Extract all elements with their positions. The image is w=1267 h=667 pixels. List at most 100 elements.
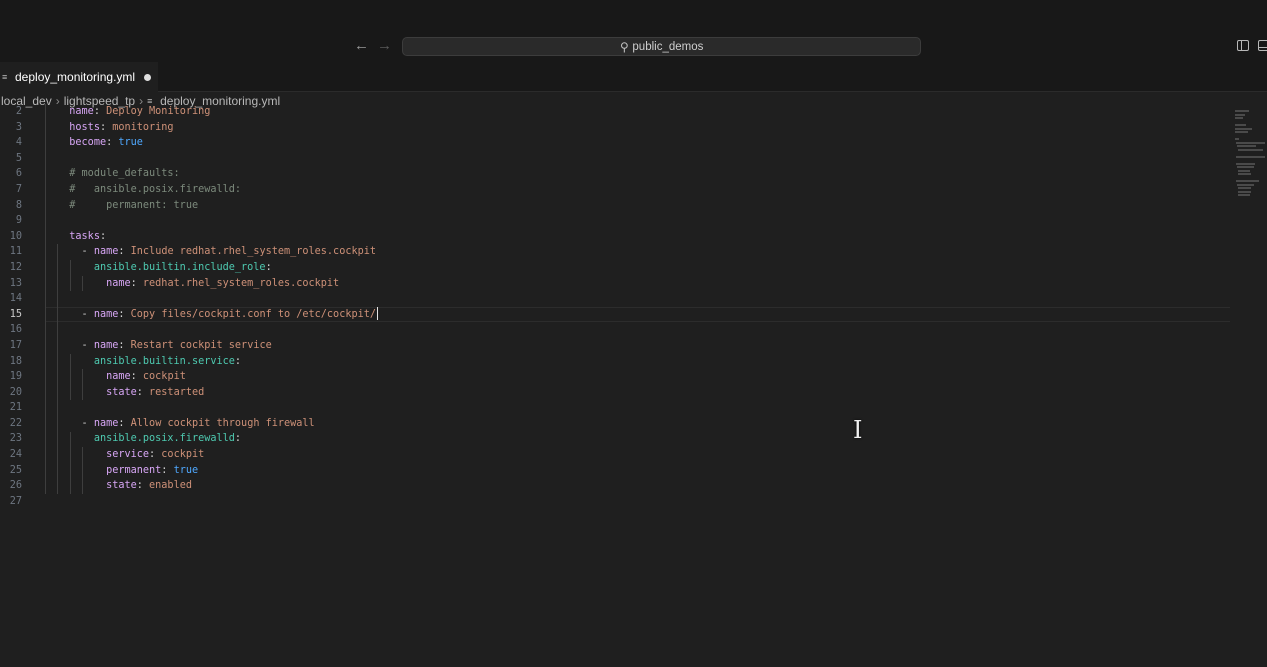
code-text: ansible.builtin.service: — [93, 355, 242, 367]
minimap-line — [1238, 190, 1251, 193]
toggle-sidebar-icon[interactable] — [1237, 40, 1249, 51]
arrow-right-icon[interactable]: → — [377, 37, 392, 55]
toggle-panel-icon[interactable] — [1258, 40, 1267, 51]
code-line[interactable]: 27 — [0, 494, 1230, 510]
code-line[interactable]: 23 ansible.posix.firewalld: — [0, 431, 1230, 447]
code-line[interactable]: 18 ansible.builtin.service: — [0, 354, 1230, 370]
code-text: become: true — [69, 137, 143, 149]
code-line[interactable]: 24 service: cockpit — [0, 447, 1230, 463]
code-text: ansible.builtin.include_role: — [93, 261, 272, 273]
code-line[interactable]: 15 - name: Copy files/cockpit.conf to /e… — [0, 306, 1230, 323]
line-number: 12 — [9, 261, 22, 273]
title-bar: ← → ⚲ public_demos — [0, 0, 1267, 62]
line-number: 23 — [9, 433, 22, 445]
line-number: 10 — [9, 230, 22, 242]
line-number: 21 — [9, 402, 22, 414]
line-number: 19 — [9, 371, 22, 383]
code-text: # ansible.posix.firewalld: — [69, 183, 242, 195]
line-number: 27 — [9, 495, 22, 507]
tab-deploy-monitoring[interactable]: ≡ deploy_monitoring.yml — [0, 62, 158, 92]
minimap-line — [1237, 166, 1254, 168]
code-line[interactable]: 17 - name: Restart cockpit service — [0, 338, 1230, 354]
tab-bar: ≡ deploy_monitoring.yml — [0, 62, 1267, 92]
code-line[interactable]: 4 become: true — [0, 135, 1230, 151]
code-line[interactable]: 13 name: redhat.rhel_system_roles.cockpi… — [0, 276, 1230, 292]
code-line[interactable]: 2 name: Deploy Monitoring — [0, 104, 1230, 120]
line-number: 16 — [9, 324, 22, 336]
code-text: - name: Restart cockpit service — [81, 339, 272, 351]
code-text: # permanent: true — [69, 199, 199, 211]
line-number: 15 — [9, 308, 22, 320]
code-line[interactable]: 25 permanent: true — [0, 463, 1230, 479]
text-caret — [377, 307, 378, 321]
minimap-line — [1237, 145, 1257, 147]
minimap-line — [1235, 138, 1240, 140]
code-editor[interactable]: 2 name: Deploy Monitoring 3 hosts: monito… — [0, 104, 1230, 667]
minimap-line — [1236, 155, 1265, 158]
code-line[interactable]: 9 — [0, 213, 1230, 229]
unsaved-dot-icon[interactable] — [144, 73, 152, 81]
code-line[interactable]: 22 - name: Allow cockpit through firewal… — [0, 416, 1230, 432]
minimap-line — [1238, 169, 1250, 172]
indent-guide — [81, 447, 83, 494]
code-line[interactable]: 8 # permanent: true — [0, 198, 1230, 214]
line-number: 20 — [9, 386, 22, 398]
code-line[interactable]: 12 ansible.builtin.include_role: — [0, 260, 1230, 276]
indent-guide — [69, 431, 71, 494]
minimap-line — [1236, 180, 1260, 182]
minimap-line — [1238, 187, 1252, 189]
code-text: ansible.posix.firewalld: — [93, 433, 242, 445]
line-number: 7 — [15, 183, 22, 195]
code-line[interactable]: 10 tasks: — [0, 229, 1230, 245]
text-cursor-icon: I — [853, 416, 863, 444]
file-icon: ≡ — [2, 72, 7, 82]
line-number: 26 — [9, 480, 22, 492]
line-number: 14 — [9, 293, 22, 305]
minimap-line — [1237, 183, 1254, 186]
command-center-search[interactable]: ⚲ public_demos — [402, 37, 921, 56]
line-number: 18 — [9, 355, 22, 367]
code-text: name: Deploy Monitoring — [69, 106, 211, 117]
minimap-line — [1235, 110, 1249, 112]
indent-guide — [81, 369, 83, 401]
indent-guide — [69, 260, 71, 292]
code-text: # module_defaults: — [69, 168, 180, 180]
line-number: 13 — [9, 277, 22, 289]
code-text: tasks: — [69, 230, 107, 242]
minimap-line — [1238, 148, 1264, 151]
code-line[interactable]: 26 state: enabled — [0, 478, 1230, 494]
arrow-left-icon[interactable]: ← — [354, 37, 369, 55]
indent-guide — [57, 244, 59, 494]
line-number: 11 — [9, 246, 22, 258]
code-line[interactable]: 11 - name: Include redhat.rhel_system_ro… — [0, 244, 1230, 260]
minimap-line — [1235, 131, 1248, 133]
code-line[interactable]: 16 — [0, 322, 1230, 338]
indent-guide — [45, 104, 46, 494]
code-line[interactable]: 14 — [0, 291, 1230, 307]
minimap-line — [1235, 117, 1243, 119]
code-text: - name: Copy files/cockpit.conf to /etc/… — [81, 307, 378, 321]
code-text: name: cockpit — [106, 371, 186, 383]
line-number: 4 — [15, 137, 22, 149]
code-line[interactable]: 7 # ansible.posix.firewalld: — [0, 182, 1230, 198]
indent-guide — [81, 275, 83, 292]
code-line[interactable]: 19 name: cockpit — [0, 369, 1230, 385]
line-number: 6 — [15, 168, 22, 180]
minimap-line — [1236, 141, 1265, 144]
line-number: 3 — [15, 121, 22, 133]
code-line[interactable]: 3 hosts: monitoring — [0, 120, 1230, 136]
tab-label: deploy_monitoring.yml — [15, 70, 136, 84]
minimap-line — [1238, 173, 1252, 175]
minimap[interactable] — [1234, 110, 1265, 196]
search-icon: ⚲ — [619, 39, 629, 54]
line-number: 9 — [15, 215, 22, 227]
code-text: permanent: true — [106, 464, 199, 476]
code-line[interactable]: 5 — [0, 151, 1230, 167]
indent-guide — [69, 353, 71, 401]
code-line[interactable]: 6 # module_defaults: — [0, 166, 1230, 182]
code-line[interactable]: 20 state: restarted — [0, 385, 1230, 401]
code-line[interactable]: 21 — [0, 400, 1230, 416]
line-number: 25 — [9, 464, 22, 476]
code-text: name: redhat.rhel_system_roles.cockpit — [106, 277, 340, 289]
code-text: - name: Allow cockpit through firewall — [81, 417, 315, 429]
